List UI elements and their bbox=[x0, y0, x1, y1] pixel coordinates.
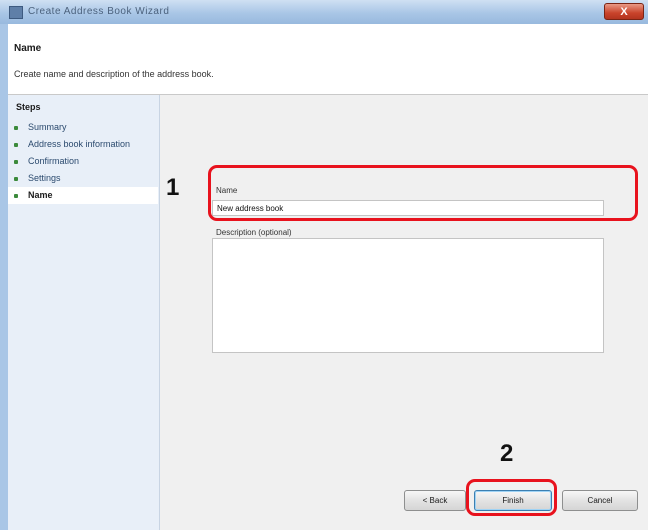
back-button[interactable]: < Back bbox=[404, 490, 466, 511]
steps-heading: Steps bbox=[16, 102, 41, 112]
page-description: Create name and description of the addre… bbox=[14, 69, 214, 79]
step-address-book-information[interactable]: Address book information bbox=[8, 136, 158, 153]
app-icon bbox=[9, 6, 23, 19]
description-textarea[interactable] bbox=[212, 238, 604, 353]
wizard-content: Name Description (optional) bbox=[160, 95, 648, 530]
step-name[interactable]: Name bbox=[8, 187, 158, 204]
window-left-border bbox=[0, 24, 8, 530]
callout-number-1: 1 bbox=[166, 174, 180, 201]
step-settings[interactable]: Settings bbox=[8, 170, 158, 187]
description-label: Description (optional) bbox=[216, 228, 292, 237]
step-label: Name bbox=[28, 190, 53, 200]
cancel-button[interactable]: Cancel bbox=[562, 490, 638, 511]
step-bullet-icon bbox=[14, 160, 18, 164]
page-heading: Name bbox=[14, 43, 42, 54]
step-bullet-icon bbox=[14, 126, 18, 130]
title-bar[interactable]: Create Address Book Wizard X bbox=[0, 0, 648, 25]
window-title: Create Address Book Wizard bbox=[28, 6, 170, 17]
step-label: Summary bbox=[28, 122, 67, 132]
step-label: Confirmation bbox=[28, 156, 80, 166]
step-confirmation[interactable]: Confirmation bbox=[8, 153, 158, 170]
wizard-window: Create Address Book Wizard X Name Create… bbox=[0, 0, 648, 530]
step-summary[interactable]: Summary bbox=[8, 119, 158, 136]
wizard-header: Name Create name and description of the … bbox=[0, 24, 648, 94]
step-bullet-icon bbox=[14, 143, 18, 147]
step-label: Address book information bbox=[28, 139, 131, 149]
steps-list: Summary Address book information Confirm… bbox=[8, 119, 158, 204]
callout-highlight-finish-button bbox=[466, 479, 557, 516]
steps-sidebar: Steps Summary Address book information C… bbox=[8, 95, 160, 530]
close-button[interactable]: X bbox=[604, 3, 644, 20]
callout-highlight-name-field bbox=[208, 165, 638, 221]
step-label: Settings bbox=[28, 173, 61, 183]
callout-number-2: 2 bbox=[500, 440, 514, 467]
step-bullet-icon bbox=[14, 177, 18, 181]
step-bullet-icon bbox=[14, 194, 18, 198]
